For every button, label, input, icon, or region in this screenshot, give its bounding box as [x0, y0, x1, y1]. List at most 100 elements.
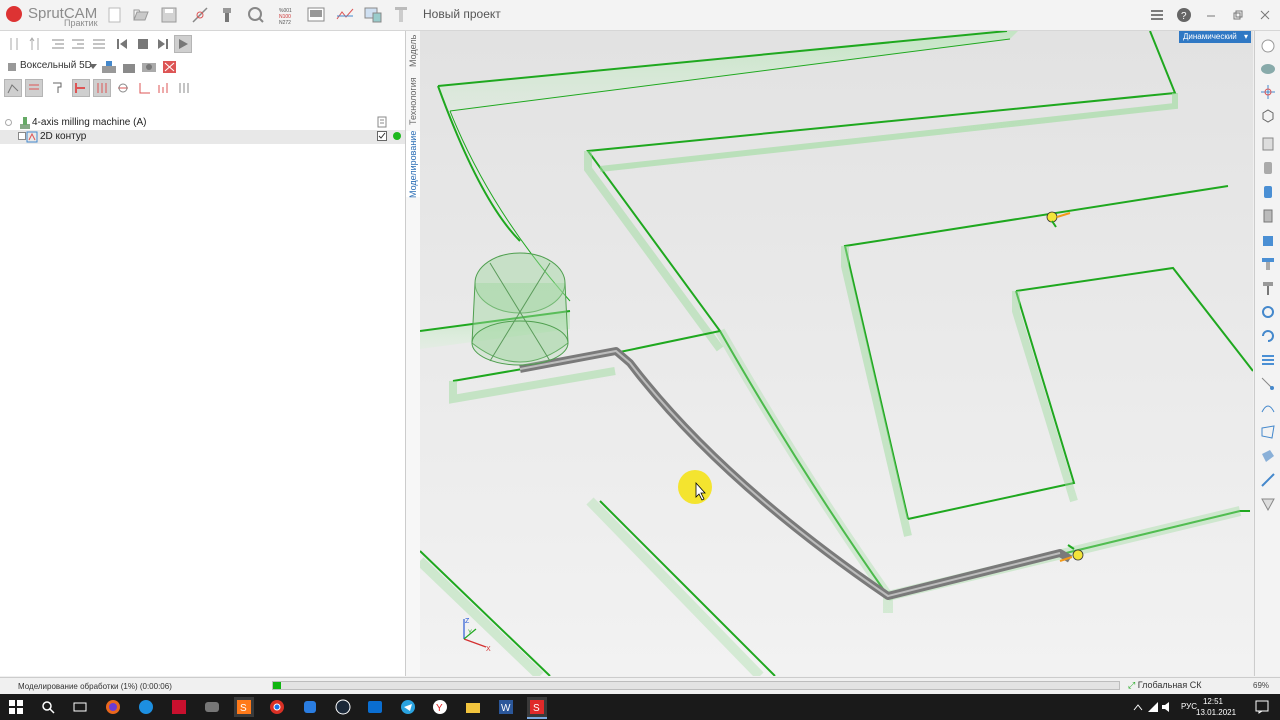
- notifications-icon[interactable]: [1252, 697, 1272, 717]
- show-points-icon[interactable]: [136, 79, 154, 97]
- checkbox-icon[interactable]: [377, 131, 387, 144]
- volume-icon[interactable]: [1161, 697, 1173, 717]
- play-icon[interactable]: [174, 35, 192, 53]
- shaded-view-icon[interactable]: [1259, 59, 1277, 77]
- svg-text:S: S: [533, 703, 540, 714]
- yandex-icon[interactable]: Y: [430, 697, 450, 717]
- show-normals-icon[interactable]: [155, 79, 173, 97]
- view-fit-icon[interactable]: [1259, 37, 1277, 55]
- step-back-icon[interactable]: [5, 35, 23, 53]
- chrome-icon[interactable]: [267, 697, 287, 717]
- show-tool-icon[interactable]: [48, 79, 66, 97]
- solid-icon[interactable]: [1259, 447, 1277, 465]
- folder-icon[interactable]: [463, 697, 483, 717]
- tool-holder-icon[interactable]: [1259, 135, 1277, 153]
- help-icon[interactable]: ?: [1175, 6, 1193, 24]
- search-icon[interactable]: [38, 697, 58, 717]
- firefox-icon[interactable]: [103, 697, 123, 717]
- step-forward-icon[interactable]: [154, 35, 172, 53]
- tab-technology[interactable]: Технология: [406, 73, 420, 129]
- toolpath-icon[interactable]: [189, 4, 211, 26]
- show-feed-icon[interactable]: [72, 79, 90, 97]
- surface-icon[interactable]: [1259, 423, 1277, 441]
- collision-icon[interactable]: [161, 58, 179, 76]
- list-outdent-icon[interactable]: [69, 35, 87, 53]
- graph-icon[interactable]: [334, 4, 356, 26]
- list-indent-icon[interactable]: [49, 35, 67, 53]
- tray-chevron-icon[interactable]: [1131, 697, 1145, 717]
- inspect-icon[interactable]: [245, 4, 267, 26]
- document-icon[interactable]: [377, 116, 387, 131]
- right-toolbar: [1254, 31, 1280, 676]
- games-app-icon[interactable]: [202, 697, 222, 717]
- 3d-viewport[interactable]: Z X Y Динамический ▾: [420, 31, 1253, 676]
- rotate-icon[interactable]: [1259, 327, 1277, 345]
- tool-icon[interactable]: [216, 4, 238, 26]
- messenger-icon[interactable]: [300, 697, 320, 717]
- sprutcam-active-icon[interactable]: S: [527, 697, 547, 719]
- pdf-app-icon[interactable]: [169, 697, 189, 717]
- layers-icon[interactable]: [1259, 351, 1277, 369]
- tree-item-label: 2D контур: [40, 131, 87, 142]
- view-axes-icon[interactable]: [1259, 83, 1277, 101]
- steam-icon[interactable]: [333, 697, 353, 717]
- rewind-icon[interactable]: [113, 35, 131, 53]
- show-axes-icon[interactable]: [175, 79, 193, 97]
- spindle-icon[interactable]: [1259, 255, 1277, 273]
- show-rapid-icon[interactable]: [93, 79, 111, 97]
- task-view-icon[interactable]: [70, 697, 90, 717]
- remote-icon[interactable]: [365, 697, 385, 717]
- open-file-icon[interactable]: [130, 4, 152, 26]
- iso-view-icon[interactable]: [1259, 107, 1277, 125]
- cylinder-icon[interactable]: [1259, 159, 1277, 177]
- clock[interactable]: 12:51 13.01.2021: [1196, 696, 1236, 718]
- step-sort-icon[interactable]: [26, 35, 44, 53]
- stock-icon[interactable]: [100, 58, 118, 76]
- rotary-axis-icon[interactable]: [1259, 303, 1277, 321]
- sprutcam-task-icon[interactable]: S: [234, 697, 254, 717]
- new-file-icon[interactable]: [104, 4, 126, 26]
- browser-icon[interactable]: [136, 697, 156, 717]
- stock-view-icon[interactable]: [1259, 183, 1277, 201]
- tab-simulation[interactable]: Моделирование: [406, 130, 420, 198]
- part-icon[interactable]: [120, 58, 138, 76]
- minimize-icon[interactable]: [1202, 6, 1220, 24]
- report-icon[interactable]: [305, 4, 327, 26]
- radio-icon[interactable]: [5, 119, 12, 126]
- menu-icon[interactable]: [1148, 6, 1166, 24]
- tree-item-machine[interactable]: 4-axis milling machine (A): [0, 116, 405, 130]
- compare-icon[interactable]: [140, 58, 158, 76]
- tab-model[interactable]: Модель: [406, 31, 420, 71]
- word-icon[interactable]: W: [496, 697, 516, 717]
- tool-tip-icon[interactable]: [1259, 495, 1277, 513]
- save-icon[interactable]: [158, 4, 180, 26]
- restore-icon[interactable]: [1229, 6, 1247, 24]
- telegram-icon[interactable]: [398, 697, 418, 717]
- cutter-icon[interactable]: [390, 4, 412, 26]
- clock-time: 12:51: [1202, 697, 1224, 706]
- show-toolpath-icon[interactable]: [4, 79, 22, 97]
- stop-icon[interactable]: [134, 35, 152, 53]
- show-steps-icon[interactable]: [25, 79, 43, 97]
- network-icon[interactable]: [1147, 697, 1159, 717]
- sketch-icon[interactable]: [1259, 471, 1277, 489]
- close-icon[interactable]: [1256, 6, 1274, 24]
- fixture-icon[interactable]: [1259, 231, 1277, 249]
- workpiece-icon[interactable]: [1259, 207, 1277, 225]
- point-icon[interactable]: [1259, 375, 1277, 393]
- nc-program-icon[interactable]: %001 N100 N272: [276, 4, 298, 26]
- coord-system[interactable]: ⤢ Глобальная СК: [1128, 680, 1201, 691]
- tree-item-operation[interactable]: 2D контур: [0, 130, 405, 144]
- drill-icon[interactable]: [1259, 279, 1277, 297]
- list-icon[interactable]: [90, 35, 108, 53]
- left-panel: Воксельный 5D 4-axis milling machine (A)…: [0, 31, 406, 676]
- windows-start-icon[interactable]: [6, 697, 26, 717]
- expand-icon[interactable]: [18, 132, 26, 140]
- show-transitions-icon[interactable]: [114, 79, 132, 97]
- curve-icon[interactable]: [1259, 399, 1277, 417]
- viewport-scene[interactable]: Z X Y: [420, 31, 1253, 676]
- keyboard-language[interactable]: РУС: [1181, 702, 1197, 711]
- machine-view-icon[interactable]: [362, 4, 384, 26]
- view-mode-select[interactable]: Динамический ▾: [1179, 31, 1251, 43]
- simulation-mode-select[interactable]: Воксельный 5D: [20, 60, 92, 71]
